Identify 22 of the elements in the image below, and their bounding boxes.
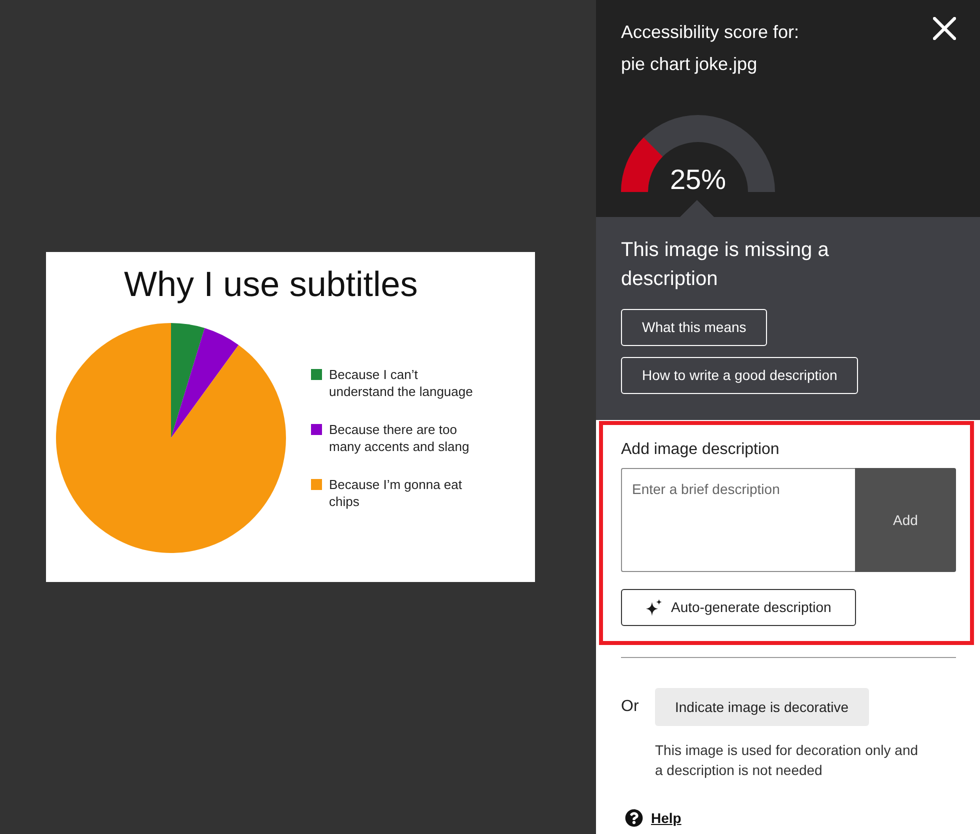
score-heading: Accessibility score for: — [621, 21, 800, 43]
auto-generate-button[interactable]: Auto-generate description — [621, 589, 856, 626]
description-label: Add image description — [621, 440, 780, 460]
help-icon — [625, 809, 643, 827]
legend-label: Because I’m gonna eat chips — [329, 476, 463, 510]
sparkle-icon — [645, 598, 663, 616]
chart-title: Why I use subtitles — [124, 265, 418, 305]
help-link[interactable]: Help — [651, 809, 682, 827]
description-field[interactable]: Enter a brief description — [621, 468, 855, 572]
score-percentage: 25% — [670, 164, 726, 196]
decorative-button[interactable]: Indicate image is decorative — [655, 688, 869, 726]
or-label: Or — [621, 697, 640, 717]
info-button[interactable]: What this means — [621, 309, 768, 346]
decorative-note: This image is used for decoration only and a description is not needed — [655, 741, 920, 780]
close-icon — [932, 16, 956, 40]
legend-label: Because there are too many accents and slang — [329, 421, 470, 455]
close-button[interactable] — [932, 16, 956, 40]
info-button[interactable]: How to write a good description — [621, 357, 858, 394]
file-name: pie chart joke.jpg — [621, 53, 758, 75]
legend-label: Because I can’t understand the language — [329, 366, 474, 400]
missing-description-heading: This image is missing a description — [621, 238, 830, 292]
add-button[interactable]: Add — [855, 468, 956, 572]
